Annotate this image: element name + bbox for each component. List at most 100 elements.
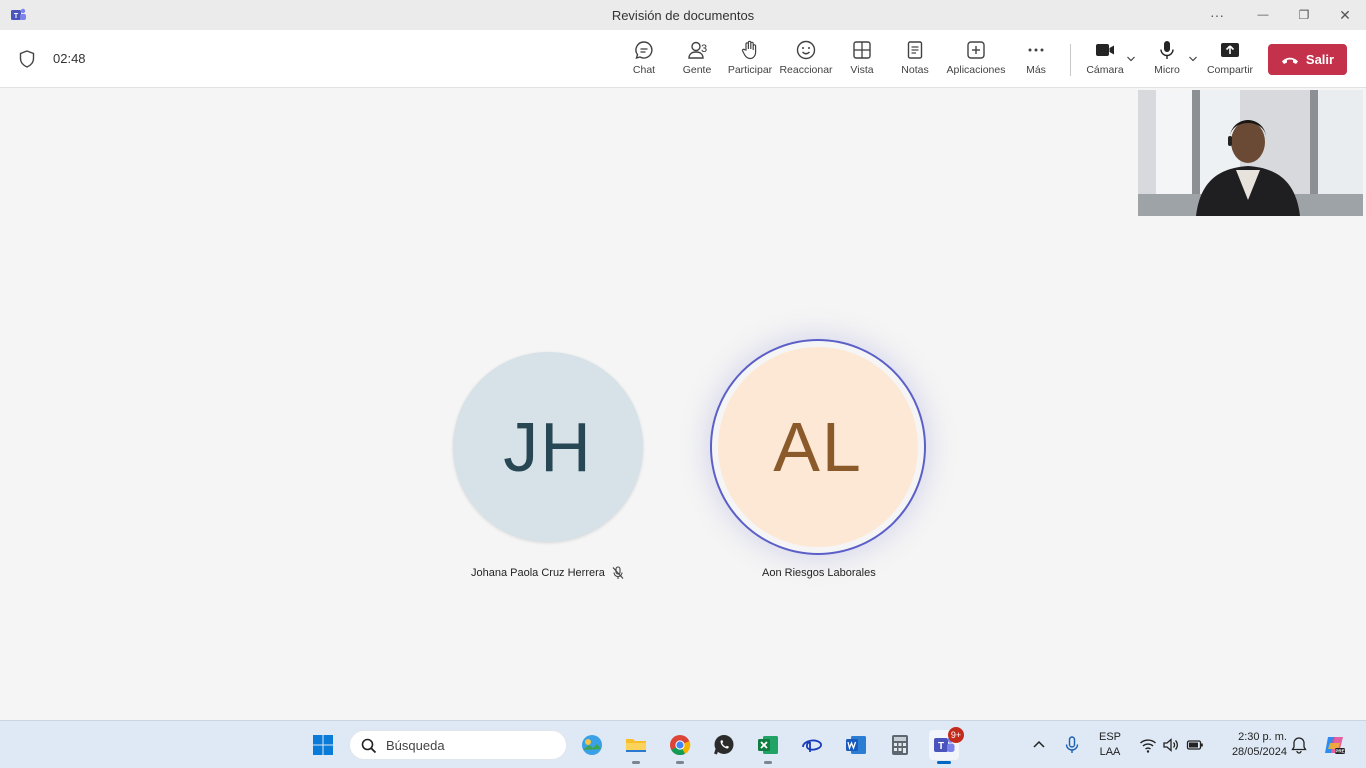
running-indicator xyxy=(676,761,684,764)
taskbar-app-file-explorer[interactable] xyxy=(621,730,651,764)
meeting-stage: JH Johana Paola Cruz Herrera AL Aon Ries… xyxy=(0,88,1366,720)
search-icon xyxy=(361,738,377,754)
participant-avatar-al[interactable]: AL xyxy=(718,347,918,547)
language-code: ESP xyxy=(1098,731,1121,743)
more-label: Más xyxy=(1026,64,1046,76)
more-icon xyxy=(1028,48,1044,52)
self-video-preview[interactable] xyxy=(1138,90,1363,216)
volume-icon[interactable] xyxy=(1162,736,1180,754)
leave-button[interactable]: Salir xyxy=(1268,44,1347,75)
copilot-icon: PRE xyxy=(1325,737,1345,754)
wifi-icon[interactable] xyxy=(1139,736,1157,754)
taskbar-app-chrome[interactable] xyxy=(665,730,695,764)
clock[interactable]: 2:30 p. m. 28/05/2024 xyxy=(1217,730,1287,760)
microphone-label: Micro xyxy=(1154,64,1180,76)
notes-icon xyxy=(907,41,923,59)
window-title: Revisión de documentos xyxy=(611,8,755,23)
notification-badge: 9+ xyxy=(948,727,964,743)
calculator-icon xyxy=(892,735,908,755)
camera-icon xyxy=(1096,44,1114,56)
add-apps-icon xyxy=(967,41,985,59)
avatar-initials: AL xyxy=(773,408,863,486)
hang-up-icon xyxy=(1281,57,1298,64)
toolbar-divider xyxy=(1070,44,1071,76)
file-explorer-icon xyxy=(626,739,646,752)
battery-icon[interactable] xyxy=(1186,736,1204,754)
show-hidden-icons-chevron-up-icon[interactable] xyxy=(1031,736,1047,754)
apps-button[interactable]: Aplicaciones xyxy=(946,39,1006,83)
react-label: Reaccionar xyxy=(779,64,833,76)
notes-button[interactable]: Notas xyxy=(900,39,930,83)
close-button[interactable]: ✕ xyxy=(1335,5,1355,25)
start-button[interactable] xyxy=(308,730,338,760)
svg-text:PRE: PRE xyxy=(1335,749,1344,754)
clock-time: 2:30 p. m. xyxy=(1238,731,1287,743)
more-button[interactable]: Más xyxy=(1022,39,1050,83)
running-indicator xyxy=(937,761,951,764)
notifications-bell-icon[interactable] xyxy=(1290,736,1308,754)
meeting-toolbar: 02:48 Chat 3 Gente Participar Reaccionar… xyxy=(0,30,1366,88)
copilot-button[interactable]: PRE xyxy=(1319,730,1349,760)
share-button[interactable]: Compartir xyxy=(1205,39,1255,83)
people-button[interactable]: 3 Gente xyxy=(680,39,714,83)
taskbar-app-calculator[interactable] xyxy=(885,730,915,760)
apps-label: Aplicaciones xyxy=(946,64,1006,76)
microphone-icon xyxy=(1160,41,1174,59)
taskbar-app-whatsapp[interactable] xyxy=(709,730,739,760)
taskbar-app-teams[interactable]: T 9+ xyxy=(929,727,964,764)
microphone-options-chevron-down-icon[interactable] xyxy=(1188,54,1198,64)
search-placeholder: Búsqueda xyxy=(386,738,445,753)
camera-options-chevron-down-icon[interactable] xyxy=(1126,54,1136,64)
view-label: Vista xyxy=(850,64,874,76)
participant-avatar-jh[interactable]: JH xyxy=(453,352,643,542)
title-bar: T Revisión de documentos ··· — ❐ ✕ xyxy=(0,0,1366,30)
more-options-icon[interactable]: ··· xyxy=(1207,5,1227,25)
share-icon xyxy=(1221,43,1239,57)
view-button[interactable]: Vista xyxy=(848,39,876,83)
raise-hand-label: Participar xyxy=(727,64,773,76)
leave-label: Salir xyxy=(1305,52,1335,67)
whatsapp-icon xyxy=(714,735,734,755)
raise-hand-button[interactable]: Participar xyxy=(727,39,773,83)
chat-icon xyxy=(635,41,653,60)
microphone-button[interactable]: Micro xyxy=(1152,39,1182,83)
muted-microphone-icon xyxy=(612,566,624,579)
participant-name: Aon Riesgos Laborales xyxy=(762,567,876,579)
emoji-icon xyxy=(796,40,816,60)
participant-name: Johana Paola Cruz Herrera xyxy=(471,567,605,579)
people-count: 3 xyxy=(701,43,708,55)
raise-hand-icon xyxy=(741,40,757,60)
taskbar-search[interactable]: Búsqueda xyxy=(349,730,567,760)
taskbar-app-excel[interactable] xyxy=(753,730,783,764)
svg-text:T: T xyxy=(938,741,944,752)
react-button[interactable]: Reaccionar xyxy=(779,39,833,83)
running-indicator xyxy=(764,761,772,764)
keyboard-layout: LAA xyxy=(1099,746,1121,758)
excel-icon xyxy=(758,736,778,754)
chat-label: Chat xyxy=(632,64,656,76)
chrome-icon xyxy=(670,735,691,756)
photos-icon xyxy=(582,735,602,755)
input-language-indicator[interactable]: ESP LAA xyxy=(1095,730,1125,760)
microphone-in-use-icon[interactable] xyxy=(1063,736,1081,754)
self-video-image xyxy=(1138,90,1363,216)
people-label: Gente xyxy=(682,64,712,76)
taskbar-app-disney-plus[interactable] xyxy=(797,730,827,760)
disney-plus-icon xyxy=(802,739,822,752)
camera-button[interactable]: Cámara xyxy=(1086,39,1124,83)
camera-label: Cámara xyxy=(1086,64,1124,76)
minimize-button[interactable]: — xyxy=(1253,5,1273,25)
windows-start-icon xyxy=(313,735,333,755)
restore-button[interactable]: ❐ xyxy=(1294,5,1314,25)
shield-icon xyxy=(19,50,35,68)
clock-date: 28/05/2024 xyxy=(1231,746,1287,758)
chat-button[interactable]: Chat xyxy=(629,39,659,83)
notes-label: Notas xyxy=(901,64,929,76)
taskbar-app-word[interactable] xyxy=(841,730,871,760)
word-icon xyxy=(846,736,866,754)
meeting-timer: 02:48 xyxy=(53,51,86,66)
share-label: Compartir xyxy=(1206,64,1254,76)
taskbar-app-photos[interactable] xyxy=(577,730,607,760)
grid-view-icon xyxy=(853,41,871,59)
avatar-initials: JH xyxy=(503,408,593,486)
